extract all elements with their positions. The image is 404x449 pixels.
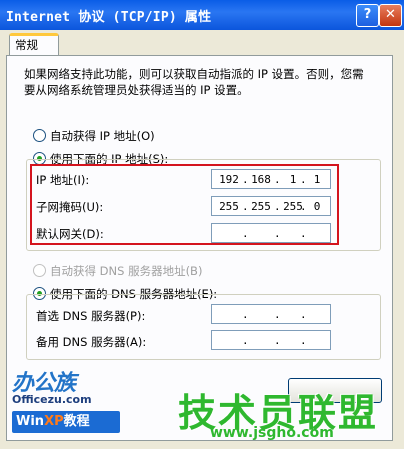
ip-dot: . bbox=[242, 334, 249, 347]
title-bar: Internet 协议 (TCP/IP) 属性 ? ✕ bbox=[0, 0, 404, 30]
ip-dot: . bbox=[242, 308, 249, 321]
radio-auto-dns-label: 自动获得 DNS 服务器地址(B) bbox=[50, 264, 203, 278]
ip-dot: . bbox=[274, 308, 281, 321]
help-button[interactable]: ? bbox=[356, 4, 379, 27]
radio-auto-ip-label: 自动获得 IP 地址(O) bbox=[50, 129, 155, 143]
winxp-badge: WinXP教程 bbox=[12, 411, 120, 433]
alternate-dns-label: 备用 DNS 服务器(A): bbox=[36, 335, 147, 349]
officezu-site: Officezu.com bbox=[12, 393, 92, 406]
jsgho-url: www.jsgho.com bbox=[210, 425, 334, 441]
radio-icon bbox=[33, 129, 46, 142]
radio-icon bbox=[33, 264, 46, 277]
winxp-xp: XP bbox=[44, 414, 64, 429]
winxp-suffix: 教程 bbox=[63, 414, 90, 429]
preferred-dns-label: 首选 DNS 服务器(P): bbox=[36, 309, 146, 323]
highlight-box bbox=[30, 164, 339, 245]
ip-dot: . bbox=[274, 334, 281, 347]
tab-bar: 常规 bbox=[0, 30, 404, 56]
winxp-prefix: Win bbox=[16, 414, 45, 429]
radio-auto-dns[interactable]: 自动获得 DNS 服务器地址(B) bbox=[33, 263, 202, 279]
radio-auto-ip[interactable]: 自动获得 IP 地址(O) bbox=[33, 128, 155, 144]
description-text: 如果网络支持此功能，则可以获取自动指派的 IP 设置。否则，您需要从网络系统管理… bbox=[24, 67, 364, 97]
window-title: Internet 协议 (TCP/IP) 属性 bbox=[6, 10, 212, 25]
close-button[interactable]: ✕ bbox=[379, 4, 402, 27]
preferred-dns-input[interactable]: . . . bbox=[211, 304, 331, 324]
alternate-dns-input[interactable]: . . . bbox=[211, 330, 331, 350]
tab-general[interactable]: 常规 bbox=[9, 33, 59, 55]
ip-dot: . bbox=[300, 334, 307, 347]
officezu-watermark: 办公族 Officezu.com WinXP教程 bbox=[8, 365, 123, 445]
ip-dot: . bbox=[300, 308, 307, 321]
